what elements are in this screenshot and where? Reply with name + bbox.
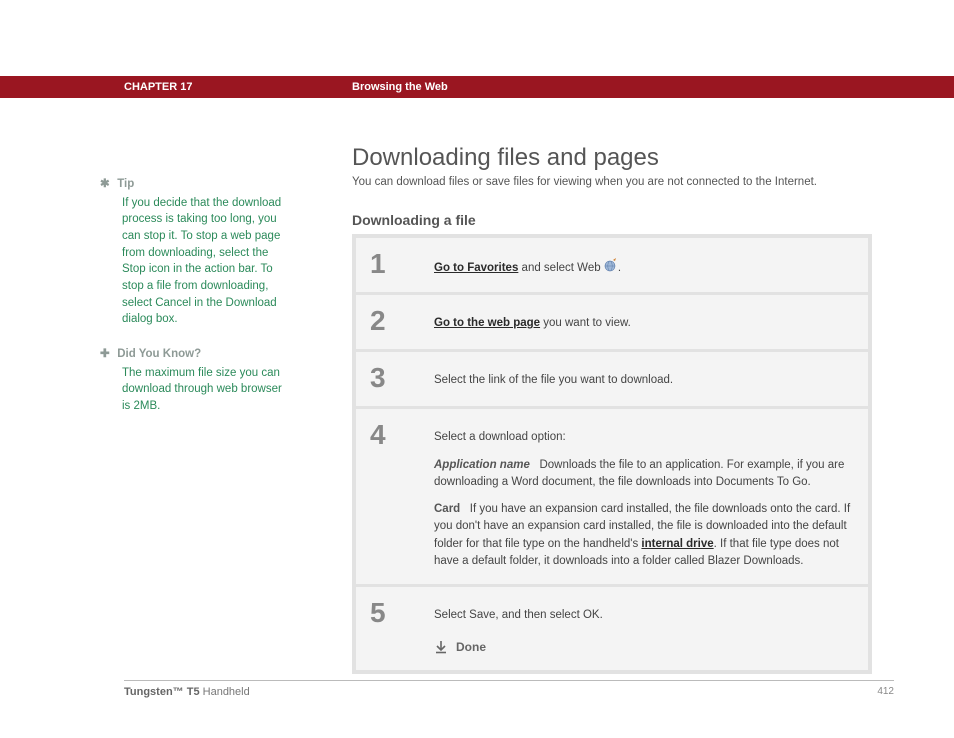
step-body: Go to Favorites and select Web .: [434, 248, 854, 278]
step-number: 5: [370, 597, 434, 627]
favorites-link[interactable]: Go to Favorites: [434, 262, 518, 274]
page-title: Downloading files and pages: [352, 144, 659, 172]
chapter-label: CHAPTER 17: [124, 81, 192, 93]
steps-container: 1 Go to Favorites and select Web . 2 Go …: [352, 234, 872, 674]
step-3: 3 Select the link of the file you want t…: [356, 352, 868, 406]
step-4: 4 Select a download option: Application …: [356, 409, 868, 584]
internal-drive-link[interactable]: internal drive: [641, 538, 713, 550]
step-2: 2 Go to the web page you want to view.: [356, 295, 868, 349]
asterisk-icon: ✱: [100, 176, 114, 193]
chapter-header: CHAPTER 17 Browsing the Web: [0, 76, 954, 98]
step-1: 1 Go to Favorites and select Web .: [356, 238, 868, 292]
did-you-know-block: ✚ Did You Know? The maximum file size yo…: [100, 346, 290, 415]
done-label: Done: [456, 638, 486, 656]
step-body: Select the link of the file you want to …: [434, 362, 854, 389]
did-you-know-label: Did You Know?: [117, 348, 201, 360]
step-body: Go to the web page you want to view.: [434, 305, 854, 332]
sidebar: ✱ Tip If you decide that the download pr…: [100, 176, 290, 433]
footer-rule: [124, 680, 894, 681]
step-text: and select Web: [518, 262, 603, 274]
step-number: 4: [370, 419, 434, 449]
chapter-title: Browsing the Web: [352, 81, 448, 93]
step-lead: Select a download option:: [434, 429, 854, 446]
step-body: Select a download option: Application na…: [434, 419, 854, 570]
step-text: Select Save, and then select OK.: [434, 607, 854, 624]
section-subtitle: Downloading a file: [352, 212, 476, 228]
step-5: 5 Select Save, and then select OK. Done: [356, 587, 868, 670]
webpage-link[interactable]: Go to the web page: [434, 317, 540, 329]
did-you-know-body: The maximum file size you can download t…: [122, 365, 290, 415]
plus-icon: ✚: [100, 346, 114, 363]
footer-product-rest: Handheld: [200, 686, 250, 698]
page-intro: You can download files or save files for…: [352, 176, 817, 188]
tip-block: ✱ Tip If you decide that the download pr…: [100, 176, 290, 328]
tip-body: If you decide that the download process …: [122, 195, 290, 328]
footer-product: Tungsten™ T5 Handheld: [124, 686, 250, 698]
footer-product-bold: Tungsten™ T5: [124, 686, 200, 698]
tip-label: Tip: [117, 178, 134, 190]
step-number: 1: [370, 248, 434, 278]
step-body: Select Save, and then select OK. Done: [434, 597, 854, 656]
option-label-card: Card: [434, 503, 460, 515]
footer-page-number: 412: [877, 686, 894, 697]
done-indicator: Done: [434, 638, 854, 656]
down-arrow-icon: [434, 640, 448, 654]
step-number: 3: [370, 362, 434, 392]
step-text-end: .: [618, 262, 621, 274]
step-number: 2: [370, 305, 434, 335]
step-text: you want to view.: [540, 317, 631, 329]
option-label-application: Application name: [434, 459, 530, 471]
step-text: Select the link of the file you want to …: [434, 372, 854, 389]
web-icon: [604, 258, 618, 278]
